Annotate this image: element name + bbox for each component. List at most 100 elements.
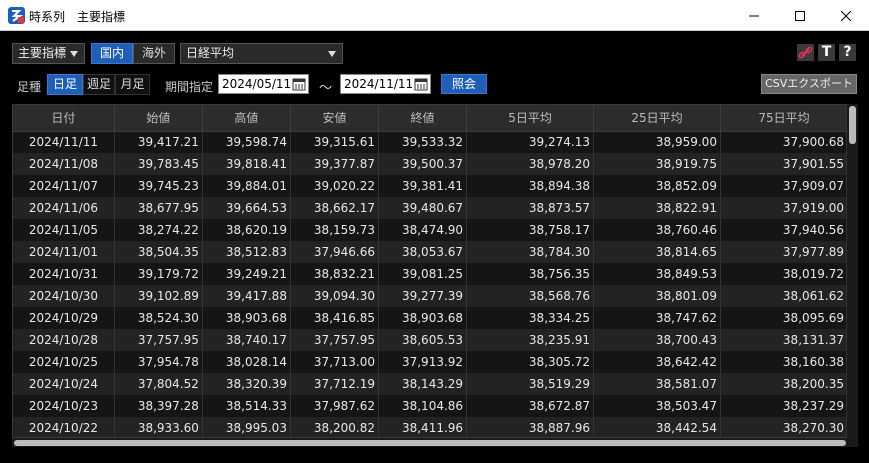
table-cell: 2024/10/30 — [13, 285, 115, 307]
table-cell: 37,987.62 — [290, 395, 380, 417]
date-from-field[interactable]: 2024/05/11 — [218, 74, 309, 94]
table-row[interactable]: 2024/11/06 38,677.95 39,664.53 38,662.17 39,… — [13, 197, 849, 219]
table-cell: 38,903.68 — [378, 307, 468, 329]
table-cell: 39,315.61 — [290, 131, 380, 153]
column-header-close[interactable]: 終値 — [378, 105, 468, 132]
table-cell: 38,143.29 — [378, 373, 468, 395]
table-cell: 38,581.07 — [593, 373, 721, 395]
column-header-low[interactable]: 安値 — [290, 105, 380, 132]
table-cell: 38,320.39 — [202, 373, 291, 395]
table-cell: 38,758.17 — [466, 219, 594, 241]
table-row[interactable]: 2024/11/08 39,783.45 39,818.41 39,377.87 39,… — [13, 153, 849, 175]
tab-domestic[interactable]: 国内 — [91, 43, 133, 64]
table-row[interactable]: 2024/11/01 38,504.35 38,512.83 37,946.66 38,… — [13, 241, 849, 263]
table-cell: 37,940.56 — [720, 219, 849, 241]
data-table[interactable]: 日付 始値 高値 安値 終値 5日平均 25日平均 75日平均 2024/11/… — [12, 104, 858, 438]
table-cell: 39,783.45 — [114, 153, 203, 175]
table-cell: 38,873.57 — [466, 197, 594, 219]
table-cell: 38,620.19 — [202, 219, 291, 241]
bar-type-monthly[interactable]: 月足 — [115, 74, 150, 95]
table-row[interactable]: 2024/11/11 39,417.21 39,598.74 39,315.61 39,… — [13, 131, 849, 153]
table-cell: 38,200.82 — [290, 417, 380, 437]
period-label: 期間指定 — [165, 80, 214, 94]
column-header-date[interactable]: 日付 — [13, 105, 115, 132]
table-cell: 38,053.67 — [378, 241, 468, 263]
table-row[interactable]: 2024/10/30 39,102.89 39,417.88 39,094.30 39,… — [13, 285, 849, 307]
app-logo-icon — [8, 7, 25, 24]
table-cell: 38,411.96 — [378, 417, 468, 437]
minimize-button[interactable] — [731, 0, 777, 31]
table-cell: 38,160.38 — [720, 351, 849, 373]
date-to-field[interactable]: 2024/11/11 — [340, 74, 431, 94]
vertical-scroll-thumb[interactable] — [849, 106, 856, 144]
tab-overseas[interactable]: 海外 — [133, 43, 175, 64]
table-cell: 39,533.32 — [378, 131, 468, 153]
table-cell: 38,642.42 — [593, 351, 721, 373]
csv-export-button[interactable]: CSVエクスポート — [761, 74, 857, 94]
csv-export-button-label: CSVエクスポート — [765, 77, 853, 90]
column-header-ma75[interactable]: 75日平均 — [720, 105, 849, 132]
table-cell: 39,598.74 — [202, 131, 291, 153]
table-row[interactable]: 2024/10/29 38,524.30 38,903.68 38,416.85 38,… — [13, 307, 849, 329]
table-cell: 2024/10/31 — [13, 263, 115, 285]
maximize-icon — [795, 10, 805, 21]
table-cell: 38,104.86 — [378, 395, 468, 417]
column-header-high[interactable]: 高値 — [202, 105, 291, 132]
table-cell: 39,377.87 — [290, 153, 380, 175]
table-cell: 37,804.52 — [114, 373, 203, 395]
calendar-icon[interactable] — [292, 77, 306, 91]
table-cell: 38,887.96 — [466, 417, 594, 437]
table-cell: 2024/11/06 — [13, 197, 115, 219]
bar-type-weekly-label: 週足 — [86, 77, 111, 91]
table-cell: 37,977.89 — [720, 241, 849, 263]
table-cell: 38,784.30 — [466, 241, 594, 263]
calendar-icon[interactable] — [414, 77, 428, 91]
table-cell: 38,061.62 — [720, 285, 849, 307]
table-cell: 38,519.29 — [466, 373, 594, 395]
date-range-separator: ～ — [319, 81, 333, 96]
table-row[interactable]: 2024/10/31 39,179.72 39,249.21 38,832.21 39,… — [13, 263, 849, 285]
main-panel: 主要指標 国内 海外 日経平均 T ? 足種 日足 週足 月足 期間指定 202… — [0, 31, 869, 463]
close-button[interactable] — [823, 0, 869, 31]
table-cell: 39,274.13 — [466, 131, 594, 153]
bar-type-daily[interactable]: 日足 — [47, 74, 83, 95]
table-cell: 38,524.30 — [114, 307, 203, 329]
table-cell: 38,700.43 — [593, 329, 721, 351]
horizontal-scrollbar[interactable] — [12, 438, 858, 447]
bar-type-daily-label: 日足 — [52, 77, 77, 91]
table-cell: 38,474.90 — [378, 219, 468, 241]
bar-type-weekly[interactable]: 週足 — [83, 74, 115, 95]
query-button[interactable]: 照会 — [441, 74, 487, 94]
table-cell: 38,747.62 — [593, 307, 721, 329]
column-header-ma25[interactable]: 25日平均 — [593, 105, 721, 132]
table-cell: 38,397.28 — [114, 395, 203, 417]
help-icon[interactable]: ? — [839, 44, 856, 61]
tab-domestic-label: 国内 — [99, 46, 124, 60]
table-cell: 38,019.72 — [720, 263, 849, 285]
table-row[interactable]: 2024/10/22 38,933.60 38,995.03 38,200.82 38,… — [13, 417, 849, 437]
table-row[interactable]: 2024/10/23 38,397.28 38,514.33 37,987.62 38,… — [13, 395, 849, 417]
table-cell: 38,740.17 — [202, 329, 291, 351]
text-icon[interactable]: T — [818, 44, 835, 61]
index-select[interactable]: 日経平均 — [180, 43, 343, 64]
table-row[interactable]: 2024/11/05 38,274.22 38,620.19 38,159.73 38,… — [13, 219, 849, 241]
vertical-scrollbar[interactable] — [846, 104, 858, 438]
table-cell: 2024/11/08 — [13, 153, 115, 175]
link-icon[interactable] — [797, 44, 814, 61]
table-row[interactable]: 2024/10/28 37,757.95 38,740.17 37,757.95 38,… — [13, 329, 849, 351]
table-cell: 38,832.21 — [290, 263, 380, 285]
column-header-ma5[interactable]: 5日平均 — [466, 105, 594, 132]
table-cell: 38,442.54 — [593, 417, 721, 437]
horizontal-scroll-thumb[interactable] — [14, 440, 846, 446]
column-header-open[interactable]: 始値 — [114, 105, 203, 132]
table-row[interactable]: 2024/11/07 39,745.23 39,884.01 39,020.22 39,… — [13, 175, 849, 197]
category-select[interactable]: 主要指標 — [12, 43, 85, 64]
table-cell: 2024/11/01 — [13, 241, 115, 263]
table-cell: 38,933.60 — [114, 417, 203, 437]
table-cell: 38,995.03 — [202, 417, 291, 437]
tab-overseas-label: 海外 — [141, 46, 166, 60]
table-cell: 38,504.35 — [114, 241, 203, 263]
table-row[interactable]: 2024/10/25 37,954.78 38,028.14 37,713.00 37,… — [13, 351, 849, 373]
maximize-button[interactable] — [777, 0, 823, 31]
table-row[interactable]: 2024/10/24 37,804.52 38,320.39 37,712.19 38,… — [13, 373, 849, 395]
